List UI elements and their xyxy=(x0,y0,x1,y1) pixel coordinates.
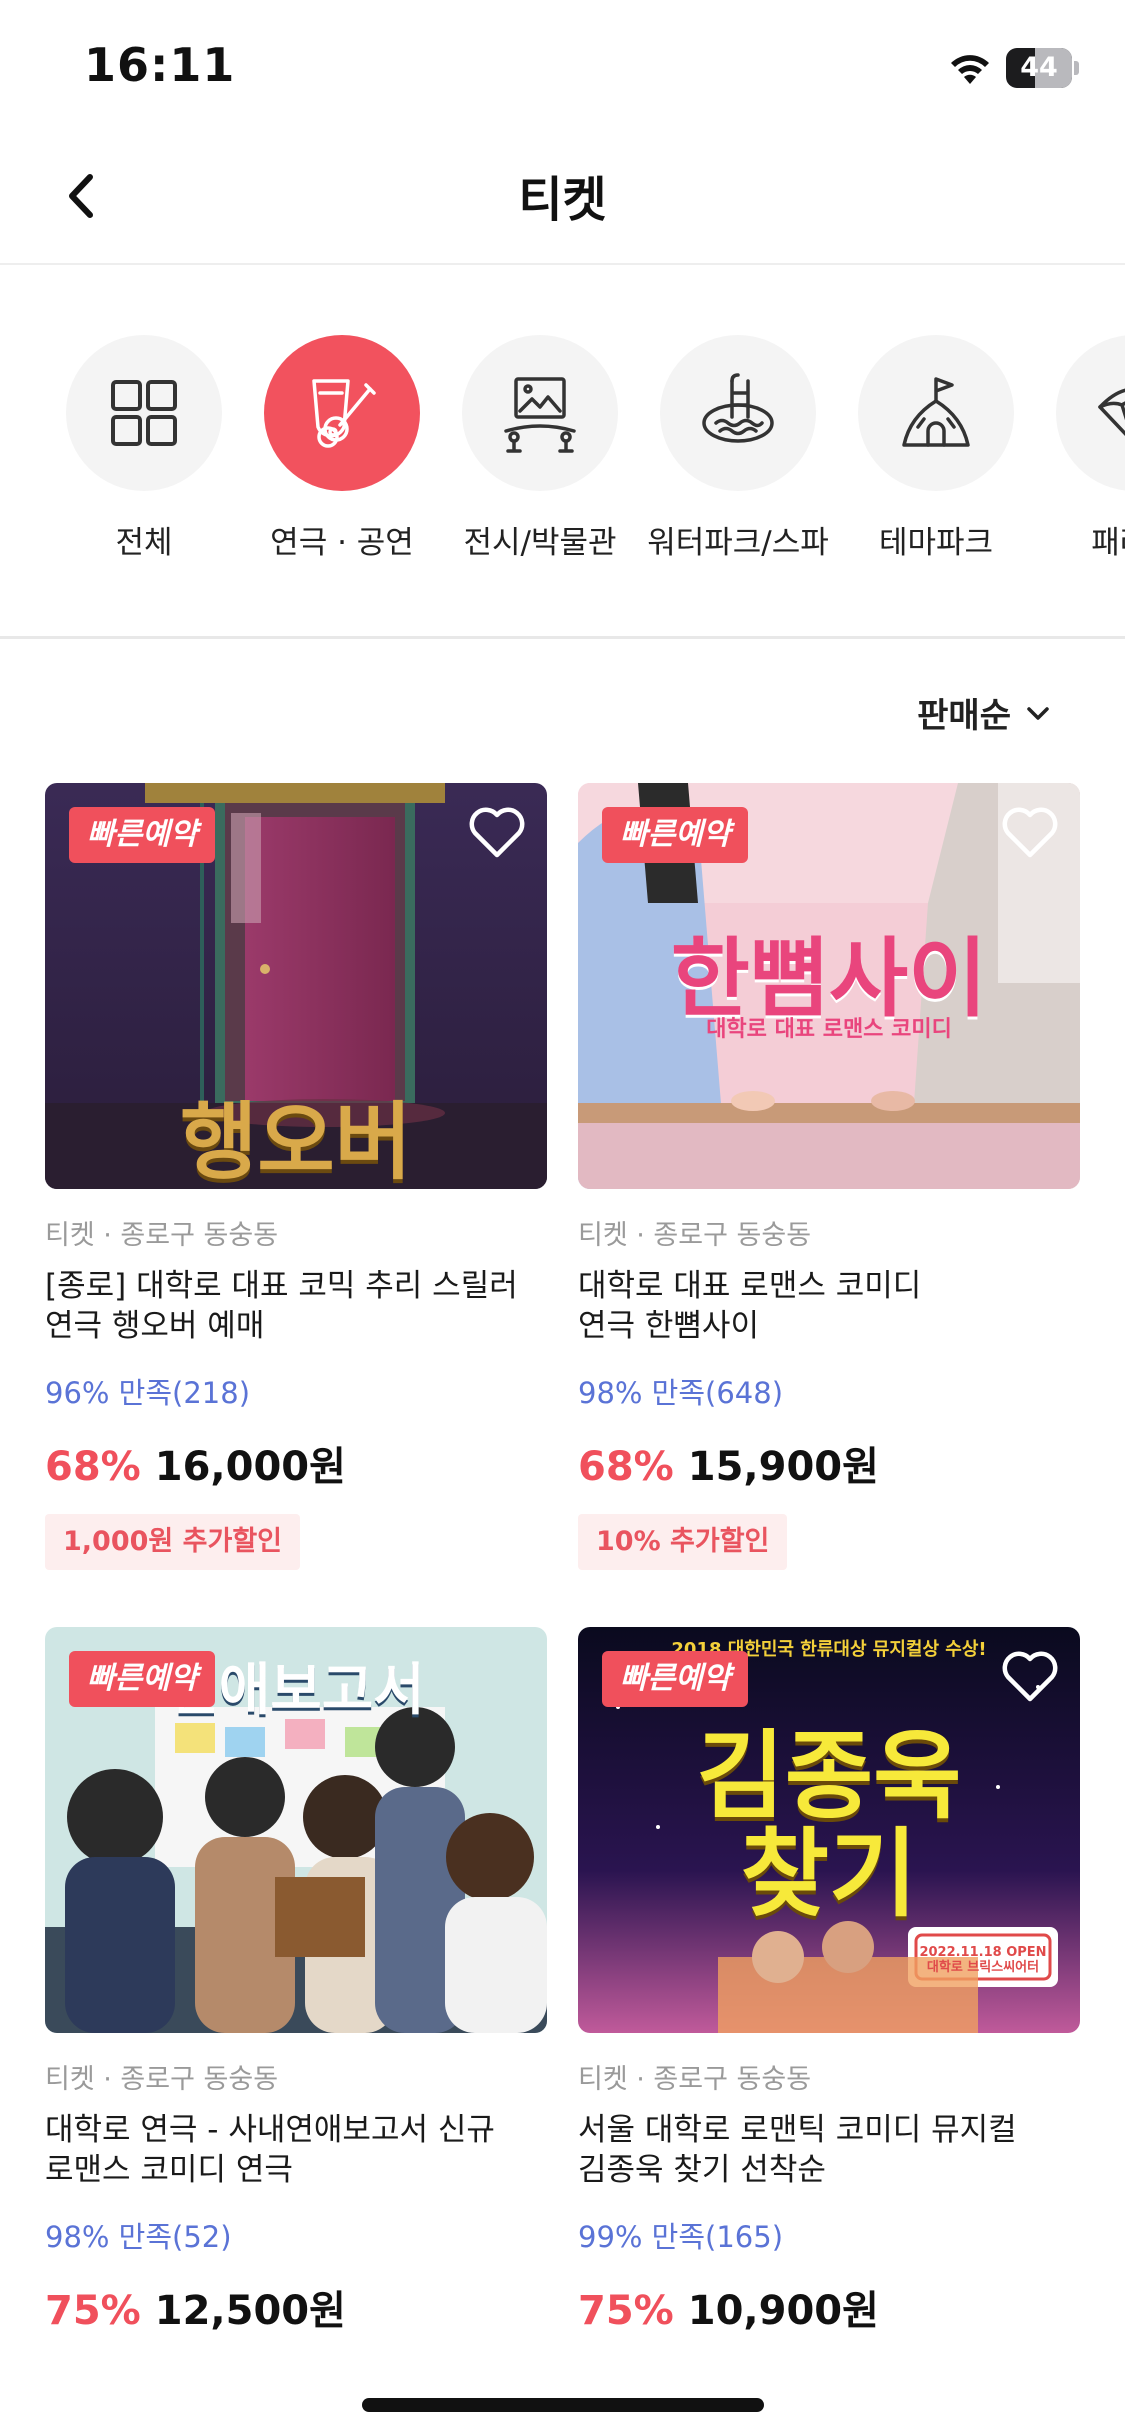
product-name-line: 연극 행오버 예매 xyxy=(45,1308,265,1344)
product-meta: 티켓 · 종로구 동숭동 xyxy=(45,2064,279,2095)
product-name: 서울 대학로 로맨틱 코미디 뮤지컬 김종욱 찾기 선착순 xyxy=(578,2110,1080,2190)
product-card-kim-jong-wook[interactable]: 2018 대한민국 한류대상 뮤지컬상 수상! 김종욱 찾기 2022.11.1… xyxy=(578,1627,1080,2336)
category-label: 전시/박물관 xyxy=(463,525,617,561)
quick-reserve-badge: 빠른예약 xyxy=(602,807,749,863)
price: 12,500원 xyxy=(154,2288,346,2334)
heart-icon[interactable] xyxy=(998,1645,1062,1709)
product-card-hanppyeom[interactable]: 한뼘사이 대학로 대표 로맨스 코미디 빠른예약 티켓 · 종로구 동숭동 대학… xyxy=(578,783,1080,1570)
sort-dropdown[interactable]: 판매순 xyxy=(917,688,1053,737)
quick-reserve-badge: 빠른예약 xyxy=(69,1651,216,1707)
category-label: 전체 xyxy=(115,525,173,561)
product-meta: 티켓 · 종로구 동숭동 xyxy=(578,1220,812,1251)
pool-icon xyxy=(702,373,774,443)
category-label: 연극 · 공연 xyxy=(270,525,414,561)
product-name-line: 로맨스 코미디 연극 xyxy=(45,2152,293,2188)
product-name: 대학로 연극 - 사내연애보고서 신규 로맨스 코미디 연극 xyxy=(45,2110,547,2190)
status-bar: 16:11 44 xyxy=(0,0,1125,130)
product-name-line: [종로] 대학로 대표 코믹 추리 스릴러 xyxy=(45,1268,518,1304)
discount-rate: 75% xyxy=(578,2288,674,2334)
quick-reserve-badge: 빠른예약 xyxy=(69,807,216,863)
poster-subtitle: 대학로 대표 로맨스 코미디 xyxy=(706,1017,952,1042)
page-title: 티켓 xyxy=(518,172,607,228)
category-all[interactable]: 전체 xyxy=(44,335,244,562)
poster-title-line: 김종욱 xyxy=(696,1720,962,1832)
product-rating: 98% 만족(648) xyxy=(578,1376,784,1410)
product-card-office-romance[interactable]: 연애보고서 빠른예약 티켓 · 종로구 동숭동 대학로 연극 - 사내연애보고서… xyxy=(45,1627,547,2336)
discount-rate: 68% xyxy=(45,1444,141,1490)
poster-title-line: 찾기 xyxy=(740,1818,918,1930)
product-image[interactable]: 행오버 빠른예약 xyxy=(45,783,547,1189)
category-label: 테마파크 xyxy=(878,525,994,561)
extra-discount-tag: 10% 추가할인 xyxy=(578,1514,788,1570)
guitar-icon xyxy=(312,379,376,448)
product-name-line: 서울 대학로 로맨틱 코미디 뮤지컬 xyxy=(578,2112,1017,2148)
castle-icon xyxy=(902,377,970,447)
product-name-line: 연극 한뼘사이 xyxy=(578,1308,759,1344)
product-name-line: 김종욱 찾기 선착순 xyxy=(578,2152,826,2188)
product-name-line: 대학로 대표 로맨스 코미디 xyxy=(578,1268,922,1304)
discount-rate: 68% xyxy=(578,1444,674,1490)
product-rating: 98% 만족(52) xyxy=(45,2220,232,2254)
exhibition-icon xyxy=(504,377,576,453)
category-exhibition[interactable]: 전시/박물관 xyxy=(440,335,640,562)
extra-discount-tag: 1,000원 추가할인 xyxy=(45,1514,301,1570)
heart-icon[interactable] xyxy=(998,801,1062,865)
category-theater[interactable]: 연극 · 공연 xyxy=(242,335,442,562)
nav-header: 티켓 xyxy=(0,130,1125,265)
sort-label: 판매순 xyxy=(917,696,1011,736)
discount-rate: 75% xyxy=(45,2288,141,2334)
grid-icon xyxy=(111,380,177,446)
battery-icon: 44 xyxy=(1006,48,1079,88)
poster-sign: 2022.11.18 OPEN 대학로 브릭스씨어터 xyxy=(919,1945,1047,1975)
product-meta: 티켓 · 종로구 동숭동 xyxy=(578,2064,812,2095)
poster-title: 김종욱 찾기 xyxy=(578,1727,1080,1923)
price: 15,900원 xyxy=(687,1444,879,1490)
product-rating: 99% 만족(165) xyxy=(578,2220,784,2254)
product-image[interactable]: 2018 대한민국 한류대상 뮤지컬상 수상! 김종욱 찾기 2022.11.1… xyxy=(578,1627,1080,2033)
price-row: 68% 15,900원 xyxy=(578,1434,1080,1492)
poster-title: 행오버 xyxy=(180,1093,412,1189)
product-image[interactable]: 연애보고서 빠른예약 xyxy=(45,1627,547,2033)
category-paragliding[interactable]: 패러글 xyxy=(1034,335,1125,562)
product-meta: 티켓 · 종로구 동숭동 xyxy=(45,1220,279,1251)
chevron-down-icon xyxy=(1027,706,1049,720)
battery-level: 44 xyxy=(1020,52,1058,83)
category-themepark[interactable]: 테마파크 xyxy=(836,335,1036,562)
category-label: 워터파크/스파 xyxy=(647,525,829,561)
price-row: 68% 16,000원 xyxy=(45,1434,547,1492)
category-waterpark[interactable]: 워터파크/스파 xyxy=(638,335,838,562)
product-name: [종로] 대학로 대표 코믹 추리 스릴러 연극 행오버 예매 xyxy=(45,1266,547,1346)
category-row[interactable]: 전체 연극 · 공연 전시/박물관 워터파크/스파 테마파크 패 xyxy=(0,267,1125,639)
paraglider-icon xyxy=(1098,388,1125,437)
status-time: 16:11 xyxy=(84,38,236,92)
price-row: 75% 10,900원 xyxy=(578,2278,1080,2336)
category-label: 패러글 xyxy=(1091,525,1125,561)
quick-reserve-badge: 빠른예약 xyxy=(602,1651,749,1707)
wifi-icon xyxy=(951,55,989,84)
product-rating: 96% 만족(218) xyxy=(45,1376,251,1410)
price-row: 75% 12,500원 xyxy=(45,2278,547,2336)
product-name: 대학로 대표 로맨스 코미디 연극 한뼘사이 xyxy=(578,1266,1080,1346)
product-card-hangover[interactable]: 행오버 빠른예약 티켓 · 종로구 동숭동 [종로] 대학로 대표 코믹 추리 … xyxy=(45,783,547,1570)
product-name-line: 대학로 연극 - 사내연애보고서 신규 xyxy=(45,2112,495,2148)
price: 16,000원 xyxy=(154,1444,346,1490)
heart-icon[interactable] xyxy=(465,801,529,865)
product-image[interactable]: 한뼘사이 대학로 대표 로맨스 코미디 빠른예약 xyxy=(578,783,1080,1189)
home-indicator[interactable] xyxy=(362,2398,764,2412)
price: 10,900원 xyxy=(687,2288,879,2334)
